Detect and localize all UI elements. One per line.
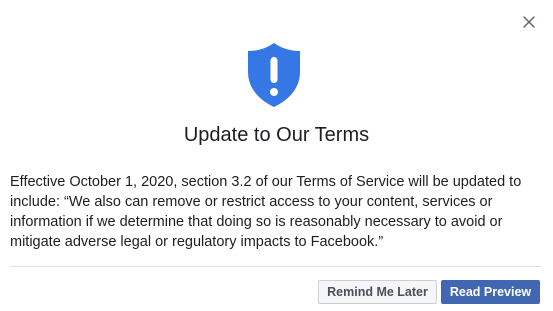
- remind-me-later-button[interactable]: Remind Me Later: [318, 280, 437, 304]
- body-line: include: “We also can remove or restrict…: [10, 194, 493, 210]
- close-icon: [523, 16, 535, 28]
- close-button[interactable]: [521, 14, 537, 30]
- body-line: Effective October 1, 2020, section 3.2 o…: [10, 174, 522, 190]
- shield-alert-icon: [247, 42, 301, 108]
- body-line: information if we determine that doing s…: [10, 214, 503, 230]
- footer-divider: [10, 266, 541, 267]
- body-line: mitigate adverse legal or regulatory imp…: [10, 234, 384, 250]
- terms-update-dialog: Update to Our Terms Effective October 1,…: [0, 0, 553, 311]
- dialog-title: Update to Our Terms: [183, 124, 370, 146]
- dialog-body: Effective October 1, 2020, section 3.2 o…: [10, 172, 545, 252]
- read-preview-button[interactable]: Read Preview: [441, 280, 540, 304]
